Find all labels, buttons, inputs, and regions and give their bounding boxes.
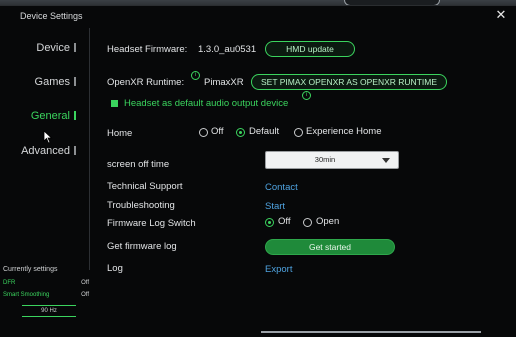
home-off-label[interactable]: Off bbox=[211, 126, 224, 137]
sidebar-item-label: Device bbox=[36, 42, 70, 54]
sidebar-item-games[interactable]: Games bbox=[16, 76, 76, 88]
log-open-label[interactable]: Open bbox=[316, 216, 339, 227]
hmd-update-button[interactable]: HMD update bbox=[265, 41, 355, 57]
log-open-radio[interactable] bbox=[303, 218, 312, 227]
get-firmware-log-label: Get firmware log bbox=[107, 241, 177, 252]
contact-link[interactable]: Contact bbox=[265, 182, 298, 193]
sidebar-marker bbox=[74, 111, 76, 120]
sidebar-marker bbox=[74, 77, 76, 86]
current-setting-label: Smart Smoothing bbox=[3, 292, 50, 298]
home-label: Home bbox=[107, 128, 133, 139]
sidebar-marker bbox=[74, 146, 76, 155]
home-experience-label[interactable]: Experience Home bbox=[306, 126, 382, 137]
window-title: Device Settings bbox=[20, 11, 83, 21]
openxr-runtime-value: PimaxXR bbox=[204, 77, 244, 88]
screen-off-label: screen off time bbox=[107, 159, 170, 170]
sidebar-marker bbox=[74, 43, 76, 52]
troubleshooting-label: Troubleshooting bbox=[107, 200, 175, 211]
current-setting-value: Off bbox=[81, 280, 89, 286]
firmware-version: 1.3.0_au0531 bbox=[198, 44, 257, 55]
sidebar-divider bbox=[89, 28, 90, 270]
start-link[interactable]: Start bbox=[265, 201, 285, 212]
current-setting-label: DFR bbox=[3, 280, 16, 286]
log-off-label[interactable]: Off bbox=[278, 216, 291, 227]
technical-support-label: Technical Support bbox=[107, 181, 183, 192]
current-setting-value: Off bbox=[81, 292, 89, 298]
refresh-rate-display: 90 Hz bbox=[22, 305, 76, 317]
openxr-runtime-label: OpenXR Runtime: bbox=[107, 77, 185, 88]
home-off-radio[interactable] bbox=[199, 128, 208, 137]
home-experience-radio[interactable] bbox=[294, 128, 303, 137]
current-settings-heading: Currently settings bbox=[3, 266, 58, 273]
device-settings-window: Device Settings ✕ Device Games General A… bbox=[0, 5, 516, 337]
sidebar-item-label: General bbox=[30, 110, 70, 122]
audio-info-icon[interactable]: i bbox=[302, 91, 311, 100]
sidebar-item-advanced[interactable]: Advanced bbox=[16, 145, 76, 157]
current-setting-row: Smart Smoothing Off bbox=[3, 292, 91, 298]
sidebar-item-general[interactable]: General bbox=[16, 110, 76, 122]
home-default-radio[interactable] bbox=[236, 128, 245, 137]
openxr-info-icon[interactable]: i bbox=[191, 71, 200, 80]
home-default-label[interactable]: Default bbox=[249, 126, 279, 137]
screen-off-select[interactable]: 30min bbox=[265, 151, 399, 169]
firmware-log-switch-label: Firmware Log Switch bbox=[107, 218, 196, 229]
export-link[interactable]: Export bbox=[265, 264, 292, 275]
close-icon[interactable]: ✕ bbox=[494, 7, 508, 23]
firmware-label: Headset Firmware: bbox=[107, 44, 188, 55]
log-label: Log bbox=[107, 263, 123, 274]
audio-output-label: Headset as default audio output device bbox=[124, 98, 289, 109]
screen-off-value: 30min bbox=[314, 155, 336, 164]
background-taskbar-edge bbox=[261, 331, 481, 333]
sidebar-item-device[interactable]: Device bbox=[16, 42, 76, 54]
chevron-down-icon bbox=[382, 158, 390, 163]
current-setting-row: DFR Off bbox=[3, 280, 91, 286]
get-started-button[interactable]: Get started bbox=[265, 239, 395, 255]
set-pimax-openxr-button[interactable]: SET PIMAX OPENXR AS OPENXR RUNTIME bbox=[251, 74, 447, 90]
current-settings-panel: Currently settings DFR Off Smart Smoothi… bbox=[0, 264, 94, 336]
mouse-pointer-icon bbox=[43, 130, 53, 144]
title-bar: Device Settings ✕ bbox=[0, 6, 516, 28]
audio-output-checkbox[interactable] bbox=[111, 100, 118, 107]
sidebar-item-label: Advanced bbox=[21, 145, 70, 157]
sidebar-item-label: Games bbox=[34, 76, 70, 88]
log-off-radio[interactable] bbox=[265, 218, 274, 227]
